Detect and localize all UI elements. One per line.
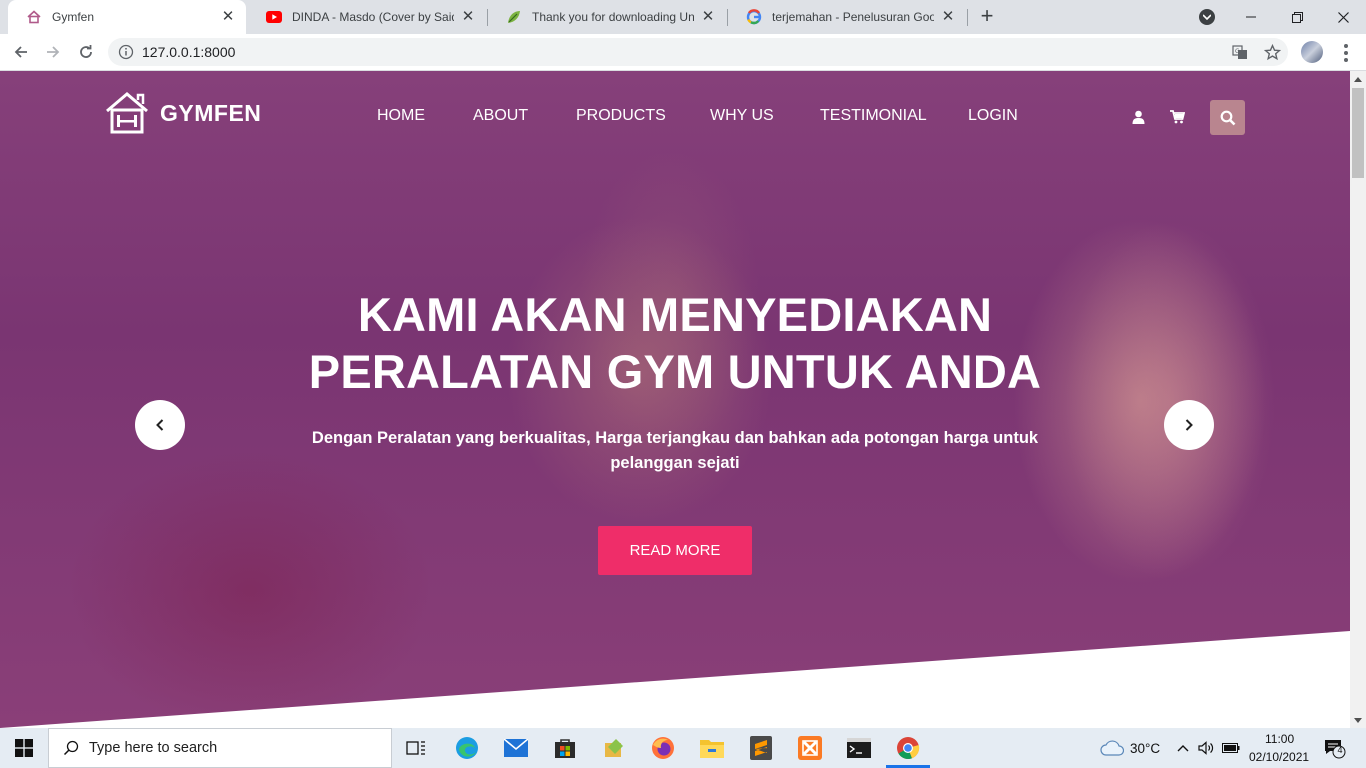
close-tab-icon[interactable]: ✕: [460, 9, 476, 25]
scroll-up-arrow-icon[interactable]: [1350, 71, 1366, 87]
search-icon: [1220, 110, 1235, 125]
cart-icon[interactable]: [1169, 109, 1185, 125]
hero-title: KAMI AKAN MENYEDIAKAN PERALATAN GYM UNTU…: [0, 286, 1350, 400]
taskbar-search-box[interactable]: Type here to search: [48, 728, 392, 768]
nav-home[interactable]: HOME: [377, 107, 425, 125]
restore-button[interactable]: [1274, 0, 1320, 34]
store-icon[interactable]: [549, 732, 581, 764]
url-text: 127.0.0.1:8000: [142, 44, 236, 60]
app-green-icon[interactable]: [598, 732, 630, 764]
hero-title-line: PERALATAN GYM UNTUK ANDA: [308, 345, 1042, 398]
tab-download[interactable]: Thank you for downloading Unlo ✕: [488, 0, 726, 34]
clock-date[interactable]: 02/10/2021: [1249, 750, 1309, 764]
nav-login[interactable]: LOGIN: [968, 107, 1018, 125]
weather-cloud-icon[interactable]: [1100, 740, 1124, 756]
forward-arrow-icon[interactable]: [40, 39, 66, 65]
chevron-right-icon: [1185, 419, 1193, 431]
windows-taskbar: Type here to search 30°C 11:00 02/10/202…: [0, 728, 1366, 768]
browser-tab-strip: Gymfen ✕ DINDA - Masdo (Cover by Saidah …: [0, 0, 1366, 34]
scroll-down-arrow-icon[interactable]: [1350, 712, 1366, 728]
translate-icon[interactable]: G: [1227, 39, 1253, 65]
profile-avatar[interactable]: [1301, 41, 1323, 63]
address-bar[interactable]: 127.0.0.1:8000: [108, 38, 1288, 66]
close-tab-icon[interactable]: ✕: [220, 9, 236, 25]
chevron-up-icon[interactable]: [1175, 740, 1191, 756]
chrome-icon[interactable]: [892, 732, 924, 764]
reload-icon[interactable]: [73, 39, 99, 65]
browser-menu-icon[interactable]: [1336, 41, 1356, 65]
notification-count: 4: [1337, 745, 1343, 755]
close-window-button[interactable]: [1320, 0, 1366, 34]
carousel-prev-button[interactable]: [135, 400, 185, 450]
tab-search-icon[interactable]: [1199, 9, 1215, 25]
user-icon[interactable]: [1130, 109, 1146, 125]
search-icon: [63, 740, 79, 756]
tab-title: Gymfen: [52, 10, 95, 24]
carousel-next-button[interactable]: [1164, 400, 1214, 450]
clock-time[interactable]: 11:00: [1265, 732, 1294, 746]
notification-center-icon[interactable]: 4: [1324, 739, 1346, 759]
windows-logo-icon: [15, 739, 33, 757]
close-tab-icon[interactable]: ✕: [700, 9, 716, 25]
file-explorer-icon[interactable]: [696, 732, 728, 764]
tab-google[interactable]: terjemahan - Penelusuran Google ✕: [728, 0, 966, 34]
tab-gymfen[interactable]: Gymfen ✕: [8, 0, 246, 34]
page-viewport: GYMFEN HOME ABOUT PRODUCTS WHY US TESTIM…: [0, 71, 1350, 728]
bookmark-star-icon[interactable]: [1259, 39, 1285, 65]
xampp-icon[interactable]: [794, 732, 826, 764]
close-tab-icon[interactable]: ✕: [940, 9, 956, 25]
nav-about[interactable]: ABOUT: [473, 107, 528, 125]
page-scrollbar[interactable]: [1350, 71, 1366, 728]
google-icon: [746, 9, 762, 25]
scrollbar-thumb[interactable]: [1352, 88, 1364, 178]
task-view-icon[interactable]: [400, 732, 432, 764]
hero-subtitle: Dengan Peralatan yang berkualitas, Harga…: [311, 429, 1039, 472]
mail-icon[interactable]: [500, 732, 532, 764]
nav-testimonial[interactable]: TESTIMONIAL: [820, 107, 927, 125]
start-button[interactable]: [0, 728, 48, 768]
search-button[interactable]: [1210, 100, 1245, 135]
weather-temperature[interactable]: 30°C: [1130, 741, 1160, 756]
tab-title: DINDA - Masdo (Cover by Saidah: [292, 10, 454, 24]
taskbar-search-placeholder: Type here to search: [89, 740, 218, 756]
edge-icon[interactable]: [451, 732, 483, 764]
battery-icon[interactable]: [1222, 740, 1240, 756]
youtube-icon: [266, 9, 282, 25]
read-more-button[interactable]: READ MORE: [598, 526, 752, 575]
hero-section: GYMFEN HOME ABOUT PRODUCTS WHY US TESTIM…: [0, 71, 1350, 728]
svg-text:G: G: [1235, 48, 1240, 55]
volume-icon[interactable]: [1198, 740, 1214, 756]
terminal-icon[interactable]: [843, 732, 875, 764]
tab-title: terjemahan - Penelusuran Google: [772, 10, 934, 24]
tab-separator: [967, 9, 968, 26]
nav-why-us[interactable]: WHY US: [710, 107, 774, 125]
info-icon[interactable]: [118, 44, 134, 60]
house-icon: [26, 9, 42, 25]
leaf-icon: [506, 9, 522, 25]
back-arrow-icon[interactable]: [8, 39, 34, 65]
site-navigation: HOME ABOUT PRODUCTS WHY US TESTIMONIAL L…: [0, 107, 1350, 127]
firefox-icon[interactable]: [647, 732, 679, 764]
hero-title-line: KAMI AKAN MENYEDIAKAN: [357, 288, 993, 341]
tab-youtube[interactable]: DINDA - Masdo (Cover by Saidah ✕: [248, 0, 486, 34]
browser-toolbar: 127.0.0.1:8000 G: [0, 34, 1366, 71]
nav-products[interactable]: PRODUCTS: [576, 107, 666, 125]
new-tab-button[interactable]: +: [976, 5, 998, 27]
sublime-text-icon[interactable]: [745, 732, 777, 764]
chevron-left-icon: [156, 419, 164, 431]
minimize-button[interactable]: [1228, 0, 1274, 34]
tab-title: Thank you for downloading Unlo: [532, 10, 694, 24]
